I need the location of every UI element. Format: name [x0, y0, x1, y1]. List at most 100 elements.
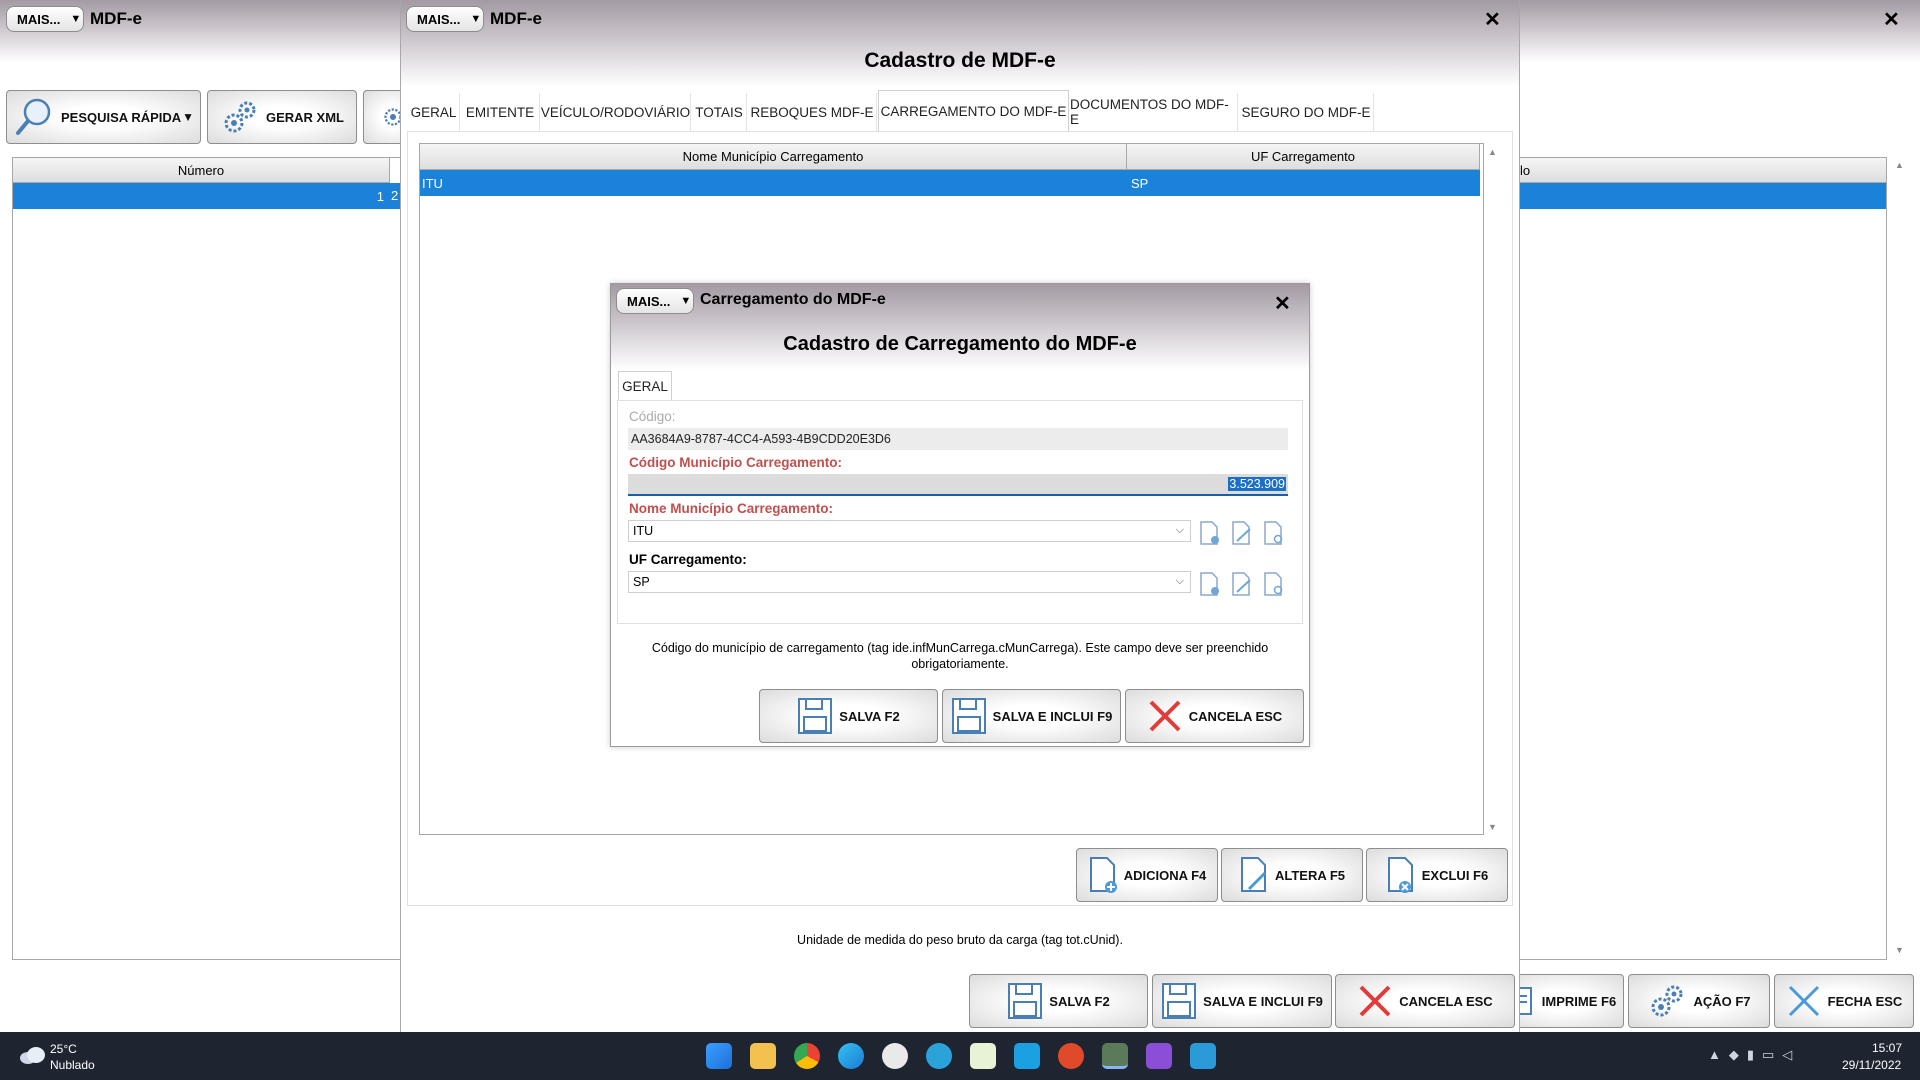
- taskbar: [0, 1032, 1920, 1080]
- nome-municipio-combo[interactable]: ITU ⌵: [628, 520, 1191, 542]
- cloud-icon[interactable]: [18, 1044, 46, 1066]
- dialog-hint-line2: obrigatoriamente.: [911, 657, 1009, 671]
- mdfe-cancel-button[interactable]: CANCELA ESC: [1335, 974, 1515, 1028]
- uf-value: SP: [633, 575, 650, 589]
- scroll-down-icon[interactable]: ▼: [1488, 822, 1497, 832]
- chevron-down-icon[interactable]: ⌵: [1176, 575, 1184, 588]
- clock-date[interactable]: 29/11/2022: [1842, 1058, 1901, 1072]
- doc-add-icon[interactable]: [1199, 521, 1221, 545]
- codigo-field: AA3684A9-8787-4CC4-A593-4B9CDD20E3D6: [628, 428, 1288, 450]
- dropdown-arrow-icon: ▼: [680, 295, 692, 307]
- dialog-cancel-label: CANCELA ESC: [1188, 708, 1283, 724]
- red-x-icon: [1149, 700, 1181, 732]
- screen-app-icon[interactable]: [1190, 1043, 1216, 1069]
- bg-row-number: 1: [376, 188, 384, 204]
- mdfe-save-add-button[interactable]: SALVA E INCLUI F9: [1152, 974, 1332, 1028]
- tab-reboques[interactable]: REBOQUES MDF-E: [748, 93, 877, 131]
- scroll-up-icon[interactable]: ▲: [1895, 160, 1904, 170]
- generate-xml-button[interactable]: GERAR XML: [207, 90, 357, 144]
- doc-edit-icon[interactable]: [1231, 521, 1253, 545]
- bg-grid-header-partial-label: lo: [1520, 162, 1531, 178]
- mdfe-hint: Unidade de medida do peso bruto da carga…: [797, 933, 1123, 947]
- nome-municipio-label: Nome Município Carregamento:: [629, 501, 834, 516]
- mdfe-close-icon[interactable]: ✕: [1484, 10, 1501, 30]
- video-app-icon[interactable]: [1146, 1043, 1172, 1069]
- grid-header-uf[interactable]: UF Carregamento: [1127, 144, 1480, 170]
- chrome-icon[interactable]: [794, 1043, 820, 1069]
- bg-close-icon[interactable]: ✕: [1883, 10, 1900, 30]
- bg-mais-button[interactable]: MAIS... ▼: [6, 6, 84, 32]
- grid-header-nome-municipio[interactable]: Nome Município Carregamento: [420, 144, 1127, 170]
- tray-icons[interactable]: ▲◆▮▭◁: [1708, 1047, 1800, 1063]
- scroll-down-icon[interactable]: ▼: [1895, 945, 1904, 955]
- tab-totais[interactable]: TOTAIS: [692, 93, 747, 131]
- dropdown-arrow-icon: ▼: [470, 13, 482, 25]
- dialog-save-add-button[interactable]: SALVA E INCLUI F9: [942, 689, 1121, 743]
- weather-temp[interactable]: 25°C: [50, 1042, 77, 1056]
- dialog-save-button[interactable]: SALVA F2: [759, 689, 938, 743]
- whatsapp-icon[interactable]: [882, 1043, 908, 1069]
- uf-combo[interactable]: SP ⌵: [628, 571, 1191, 593]
- start-icon[interactable]: [706, 1043, 732, 1069]
- dropdown-arrow-icon: ▼: [70, 13, 82, 25]
- tab-veiculo-rodoviario[interactable]: VEÍCULO/RODOVIÁRIO: [541, 93, 691, 131]
- chevron-down-icon[interactable]: ⌵: [1176, 524, 1184, 537]
- close-window-label: FECHA ESC: [1827, 993, 1903, 1009]
- delete-label: EXCLUI F6: [1421, 867, 1489, 883]
- add-button[interactable]: ADICIONA F4: [1076, 848, 1218, 902]
- edge-icon[interactable]: [838, 1043, 864, 1069]
- floppy-icon: [1162, 983, 1197, 1019]
- tab-carregamento[interactable]: CARREGAMENTO DO MDF-E: [878, 90, 1069, 131]
- bg-grid-header-partial[interactable]: lo: [1519, 158, 1886, 183]
- dialog-title: Carregamento do MDF-e: [700, 291, 886, 308]
- bg-grid-selected-row-right[interactable]: [1519, 183, 1886, 209]
- nome-municipio-value: ITU: [633, 524, 654, 538]
- messenger-icon[interactable]: [1014, 1043, 1040, 1069]
- dialog-save-label: SALVA F2: [839, 708, 900, 724]
- tab-geral[interactable]: GERAL: [408, 93, 460, 131]
- codigo-label: Código:: [629, 409, 676, 424]
- dialog-mais-label: MAIS...: [627, 293, 671, 309]
- telegram-icon[interactable]: [926, 1043, 952, 1069]
- mdfe-mais-button[interactable]: MAIS... ▼: [406, 6, 484, 32]
- doc-search-icon[interactable]: [1263, 521, 1285, 545]
- tab-emitente[interactable]: EMITENTE: [461, 93, 540, 131]
- cod-municipio-value: 3.523.909: [1228, 477, 1286, 491]
- doc-search-icon[interactable]: [1263, 572, 1285, 596]
- delete-button[interactable]: EXCLUI F6: [1366, 848, 1508, 902]
- grid-cell-uf: SP: [1131, 175, 1149, 191]
- app-s-icon[interactable]: [1102, 1043, 1128, 1069]
- tab-documentos[interactable]: DOCUMENTOS DO MDF-E: [1070, 93, 1238, 131]
- dialog-close-icon[interactable]: ✕: [1274, 294, 1291, 314]
- dialog-heading: Cadastro de Carregamento do MDF-e: [783, 333, 1137, 355]
- scroll-up-icon[interactable]: ▲: [1488, 147, 1497, 157]
- doc-add-icon[interactable]: [1199, 572, 1221, 596]
- doc-delete-icon: [1387, 857, 1413, 893]
- bg-grid-header-numero[interactable]: Número: [13, 158, 390, 183]
- browser-icon[interactable]: [1058, 1043, 1084, 1069]
- mdfe-heading: Cadastro de MDF-e: [864, 49, 1056, 72]
- mdfe-window-title: MDF-e: [490, 9, 542, 28]
- close-window-button[interactable]: FECHA ESC: [1774, 974, 1914, 1028]
- action-button[interactable]: AÇÃO F7: [1628, 974, 1770, 1028]
- tab-seguro[interactable]: SEGURO DO MDF-E: [1239, 93, 1374, 131]
- dialog-mais-button[interactable]: MAIS... ▼: [616, 288, 694, 314]
- clock-time[interactable]: 15:07: [1872, 1041, 1902, 1055]
- bg-grid: [12, 157, 404, 960]
- mdfe-save-add-label: SALVA E INCLUI F9: [1203, 993, 1323, 1009]
- doc-edit-icon[interactable]: [1231, 572, 1253, 596]
- quick-search-button[interactable]: PESQUISA RÁPIDA ▼: [6, 90, 201, 144]
- spreadsheet-icon[interactable]: [970, 1043, 996, 1069]
- mdfe-save-button[interactable]: SALVA F2: [969, 974, 1148, 1028]
- floppy-icon: [951, 698, 986, 734]
- weather-desc[interactable]: Nublado: [50, 1058, 95, 1072]
- file-explorer-icon[interactable]: [750, 1043, 776, 1069]
- doc-add-icon: [1089, 857, 1117, 893]
- gears-icon: [1651, 985, 1683, 1017]
- grid-row[interactable]: ITU SP: [420, 170, 1480, 196]
- dialog-tab-geral[interactable]: GERAL: [618, 371, 672, 401]
- cod-municipio-field[interactable]: 3.523.909: [628, 474, 1288, 496]
- edit-button[interactable]: ALTERA F5: [1221, 848, 1363, 902]
- dialog-cancel-button[interactable]: CANCELA ESC: [1125, 689, 1304, 743]
- bg-grid-selected-row[interactable]: 1: [13, 183, 404, 209]
